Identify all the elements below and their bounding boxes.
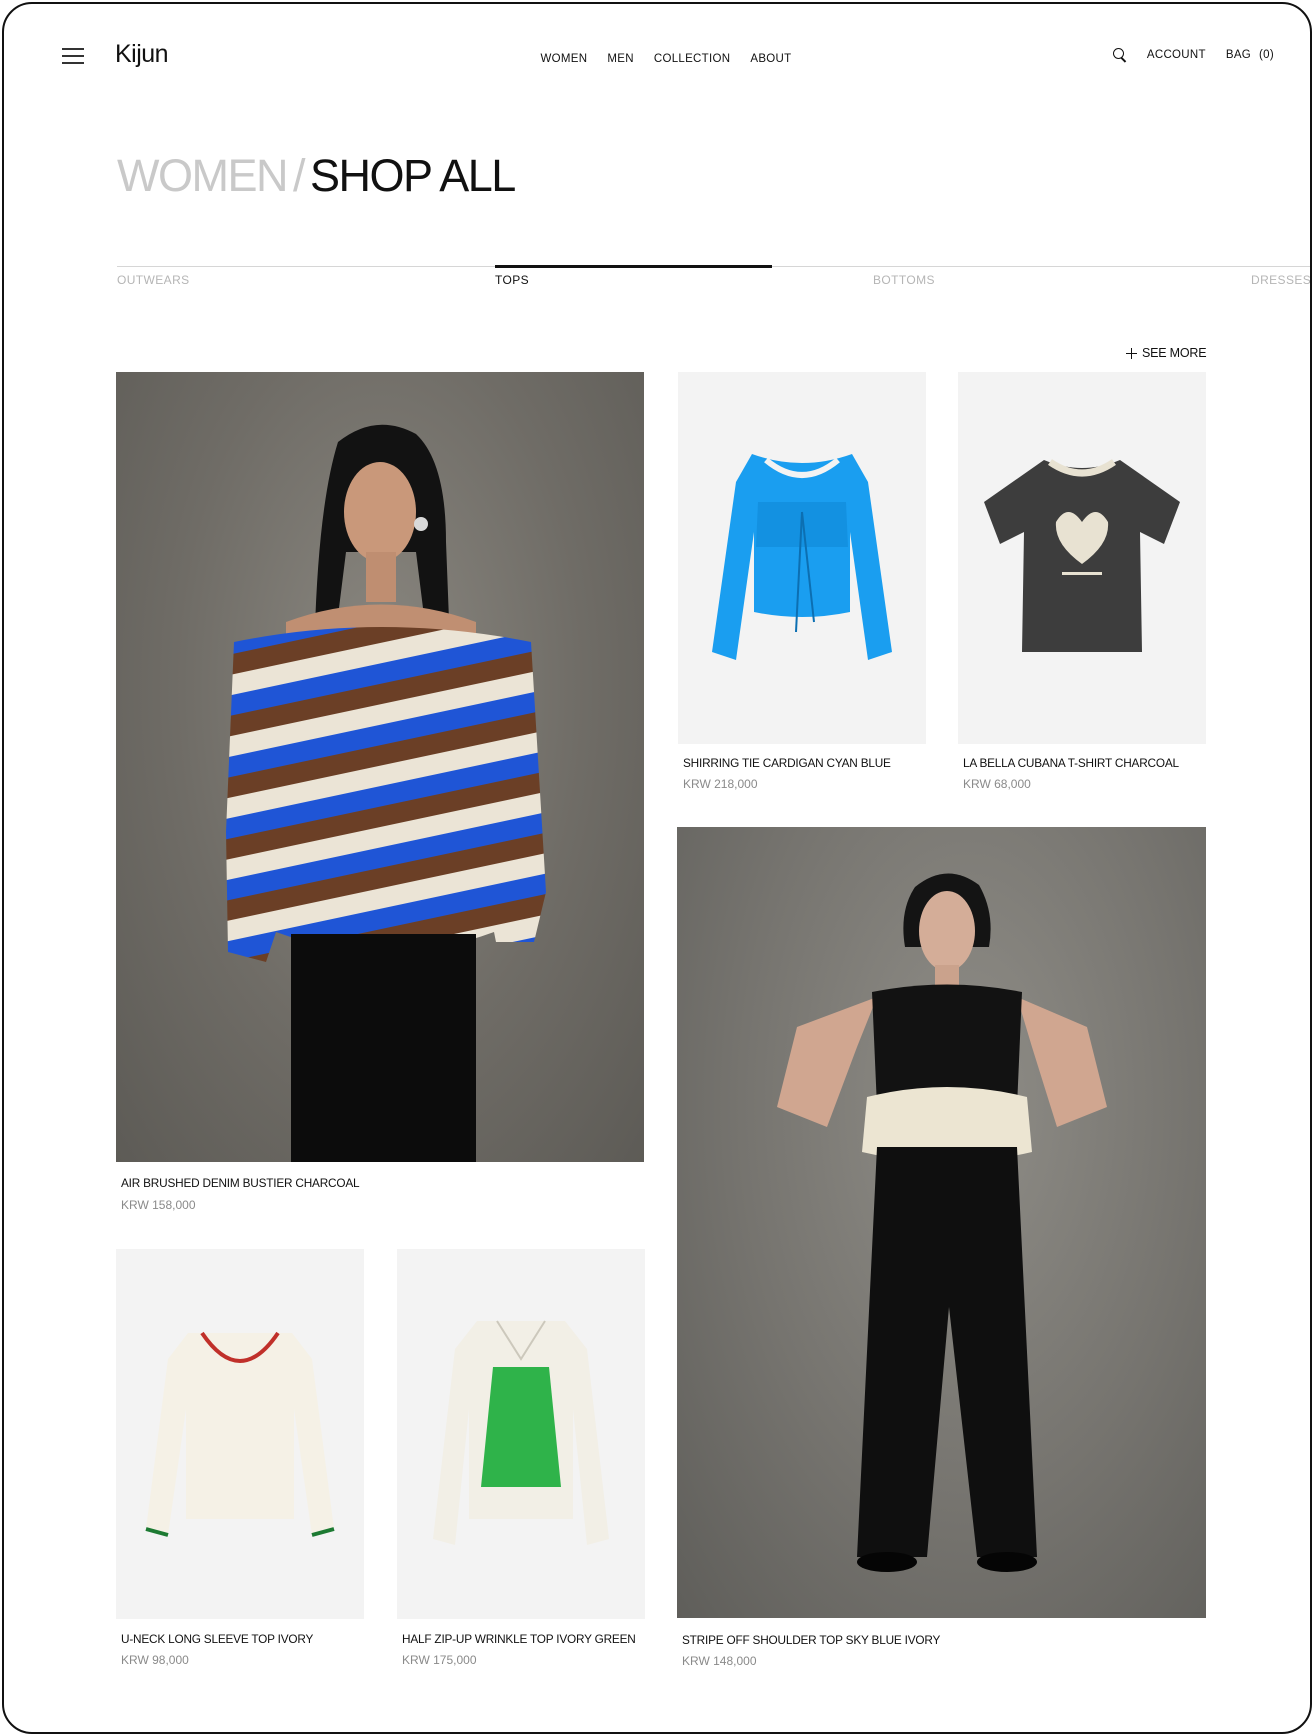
product-card[interactable]: HALF ZIP-UP WRINKLE TOP IVORY GREEN KRW … [397, 1249, 645, 1669]
cyan-cardigan-illustration [712, 454, 892, 660]
product-name[interactable]: STRIPE OFF SHOULDER TOP SKY BLUE IVORY [682, 1633, 940, 1647]
product-image [678, 372, 926, 744]
nav-about[interactable]: ABOUT [750, 53, 791, 65]
product-name[interactable]: AIR BRUSHED DENIM BUSTIER CHARCOAL [121, 1176, 360, 1190]
browser-frame: Kijun WOMEN MEN COLLECTION ABOUT ACCOUNT… [2, 2, 1312, 1734]
product-price: KRW 68,000 [963, 777, 1031, 791]
product-image [958, 372, 1206, 744]
product-image [677, 827, 1206, 1618]
tab-tops[interactable]: TOPS [495, 273, 529, 287]
breadcrumb-category[interactable]: WOMEN [117, 150, 288, 201]
utility-nav: ACCOUNT BAG (0) [1112, 48, 1274, 62]
tab-bottms[interactable]: BOTTOMS [873, 273, 935, 287]
charcoal-tshirt-illustration [984, 459, 1180, 652]
product-price: KRW 175,000 [402, 1653, 477, 1667]
product-image [397, 1249, 645, 1619]
search-icon[interactable] [1112, 48, 1127, 62]
nav-women[interactable]: WOMEN [541, 53, 588, 65]
tab-dresses[interactable]: DRESSES [1251, 273, 1310, 287]
product-image [116, 1249, 364, 1619]
product-card[interactable]: STRIPE OFF SHOULDER TOP SKY BLUE IVORY K… [677, 827, 1206, 1677]
product-name[interactable]: LA BELLA CUBANA T-SHIRT CHARCOAL [963, 756, 1179, 770]
model-ruffle-bustier-illustration [777, 873, 1107, 1572]
product-card[interactable]: AIR BRUSHED DENIM BUSTIER CHARCOAL KRW 1… [116, 372, 644, 1222]
bag-label: BAG [1225, 49, 1252, 61]
product-image [116, 372, 644, 1162]
plus-icon [1126, 347, 1137, 359]
tab-outwears[interactable]: OUTWEARS [117, 273, 190, 287]
page-title: WOMEN / SHOP ALL [117, 150, 516, 202]
product-price: KRW 218,000 [683, 777, 758, 791]
product-card[interactable]: LA BELLA CUBANA T-SHIRT CHARCOAL KRW 68,… [958, 372, 1206, 792]
product-card[interactable]: U-NECK LONG SLEEVE TOP IVORY KRW 98,000 [116, 1249, 364, 1669]
model-striped-knit-illustration [226, 424, 546, 1162]
bag-link[interactable]: BAG (0) [1226, 49, 1274, 61]
active-tab-indicator [495, 265, 772, 268]
nav-men[interactable]: MEN [607, 53, 633, 65]
product-card[interactable]: SHIRRING TIE CARDIGAN CYAN BLUE KRW 218,… [678, 372, 926, 792]
product-name[interactable]: HALF ZIP-UP WRINKLE TOP IVORY GREEN [402, 1632, 636, 1646]
half-zipup-top-illustration [433, 1320, 609, 1545]
product-price: KRW 98,000 [121, 1653, 189, 1667]
bag-count: (0) [1259, 49, 1274, 61]
product-price: KRW 158,000 [121, 1198, 196, 1212]
product-price: KRW 148,000 [682, 1654, 757, 1668]
account-link[interactable]: ACCOUNT [1147, 49, 1206, 61]
nav-collection[interactable]: COLLECTION [654, 53, 731, 65]
see-more-link[interactable]: SEE MORE [1126, 346, 1207, 360]
ivory-uneck-top-illustration [145, 1331, 335, 1537]
product-name[interactable]: U-NECK LONG SLEEVE TOP IVORY [121, 1632, 313, 1646]
product-name[interactable]: SHIRRING TIE CARDIGAN CYAN BLUE [683, 756, 891, 770]
breadcrumb-separator: / [292, 150, 306, 201]
breadcrumb-current: SHOP ALL [310, 150, 516, 201]
category-tabs: OUTWEARS TOPS BOTTOMS DRESSES [117, 265, 1310, 302]
see-more-label: SEE MORE [1142, 346, 1207, 360]
